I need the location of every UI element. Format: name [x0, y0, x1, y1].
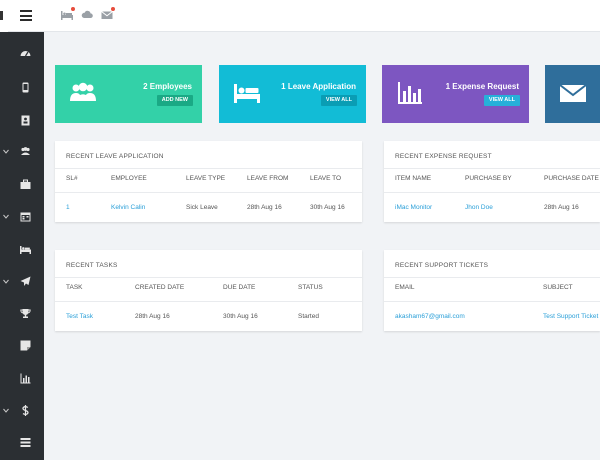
divider: [384, 301, 600, 302]
sidebar: [0, 32, 44, 460]
phone-icon: [20, 82, 31, 93]
sidebar-item-profile[interactable]: [0, 105, 44, 137]
logo[interactable]: [0, 0, 8, 32]
table-cell: 28th Aug 16: [135, 313, 170, 320]
sidebar-item-leave[interactable]: [0, 234, 44, 266]
table-cell: 28th Aug 16: [544, 204, 579, 211]
list-icon: [20, 437, 31, 448]
column-header: SL#: [66, 175, 78, 182]
column-header: EMPLOYEE: [111, 175, 147, 182]
sidebar-item-dashboard[interactable]: [0, 38, 44, 70]
notification-dot: [71, 7, 75, 11]
leave-notification-button[interactable]: [61, 7, 75, 21]
trophy-icon: [20, 308, 31, 319]
sidebar-item-settings[interactable]: [0, 427, 44, 459]
view-all-expense-button[interactable]: VIEW ALL: [483, 95, 520, 106]
chevron-down-icon: [3, 149, 9, 154]
envelope-icon: [559, 79, 587, 107]
recent-tasks-panel: RECENT TASKS TASK CREATED DATE DUE DATE …: [55, 250, 362, 331]
recent-expense-panel: RECENT EXPENSE REQUEST ITEM NAME PURCHAS…: [384, 141, 600, 222]
recent-tickets-panel: RECENT SUPPORT TICKETS EMAIL SUBJECT aka…: [384, 250, 600, 331]
ticket-subject-link[interactable]: Test Support Ticket: [543, 313, 598, 320]
column-header: PURCHASE DATE: [544, 175, 599, 182]
menu-toggle-button[interactable]: [20, 10, 32, 21]
column-header: LEAVE TYPE: [186, 175, 226, 182]
column-header: DUE DATE: [223, 284, 256, 291]
stat-card-title: 1 Expense Request: [445, 82, 519, 91]
stat-card-messages: [545, 65, 600, 123]
chevron-down-icon: [3, 408, 9, 413]
users-icon: [20, 146, 31, 157]
id-card-icon: [20, 115, 31, 126]
bed-icon: [20, 244, 31, 255]
panel-title: RECENT TASKS: [66, 262, 118, 269]
stat-card-employees: 2 Employees ADD NEW: [55, 65, 202, 123]
item-link[interactable]: iMac Monitor: [395, 204, 432, 211]
sidebar-item-employees[interactable]: [0, 136, 44, 168]
hamburger-icon: [20, 10, 32, 12]
table-cell-link[interactable]: 1: [66, 204, 70, 211]
divider: [55, 192, 362, 193]
briefcase-icon: [20, 179, 31, 190]
sidebar-item-travel[interactable]: [0, 266, 44, 298]
view-all-leave-button[interactable]: VIEW ALL: [320, 95, 357, 106]
column-header: EMAIL: [395, 284, 415, 291]
email-link[interactable]: akasham67@gmail.com: [395, 313, 465, 320]
sidebar-item-payroll[interactable]: [0, 395, 44, 427]
sidebar-item-awards[interactable]: [0, 298, 44, 330]
note-icon: [20, 340, 31, 351]
calendar-icon: [20, 211, 31, 222]
sidebar-item-notice[interactable]: [0, 330, 44, 362]
bed-icon: [233, 79, 261, 107]
panel-title: RECENT LEAVE APPLICATION: [66, 153, 164, 160]
add-new-employee-button[interactable]: ADD NEW: [156, 95, 193, 106]
dashboard-icon: [20, 48, 31, 59]
task-link[interactable]: Test Task: [66, 313, 93, 320]
column-header: STATUS: [298, 284, 323, 291]
stat-card-leave: 1 Leave Application VIEW ALL: [219, 65, 366, 123]
divider: [55, 301, 362, 302]
sidebar-item-attendance[interactable]: [0, 201, 44, 233]
chart-icon: [20, 373, 31, 384]
divider: [55, 168, 362, 169]
message-notification-button[interactable]: [101, 7, 115, 21]
status-text: Started: [298, 313, 319, 320]
table-cell: 28th Aug 16: [247, 204, 282, 211]
sidebar-item-projects[interactable]: [0, 169, 44, 201]
notification-dot: [111, 7, 115, 11]
stat-card-title: 1 Leave Application: [281, 82, 356, 91]
chevron-down-icon: [3, 279, 9, 284]
users-icon: [69, 79, 97, 107]
table-cell: 30th Aug 16: [310, 204, 345, 211]
divider: [384, 168, 600, 169]
chevron-down-icon: [3, 214, 9, 219]
column-header: LEAVE FROM: [247, 175, 289, 182]
sidebar-item-reports[interactable]: [0, 363, 44, 395]
column-header: SUBJECT: [543, 284, 573, 291]
cloud-icon: [81, 10, 93, 18]
column-header: PURCHASE BY: [465, 175, 512, 182]
recent-leave-panel: RECENT LEAVE APPLICATION SL# EMPLOYEE LE…: [55, 141, 362, 222]
purchaser-link[interactable]: Jhon Doe: [465, 204, 493, 211]
column-header: LEAVE TO: [310, 175, 342, 182]
panel-title: RECENT EXPENSE REQUEST: [395, 153, 492, 160]
column-header: TASK: [66, 284, 83, 291]
dollar-icon: [20, 405, 31, 416]
table-cell: Sick Leave: [186, 204, 218, 211]
sidebar-item-contacts[interactable]: [0, 72, 44, 104]
column-header: CREATED DATE: [135, 284, 185, 291]
chart-icon: [396, 79, 424, 107]
stat-card-expense: 1 Expense Request VIEW ALL: [382, 65, 529, 123]
divider: [384, 277, 600, 278]
plane-icon: [20, 276, 31, 287]
divider: [55, 277, 362, 278]
stat-card-title: 2 Employees: [143, 82, 192, 91]
cloud-button[interactable]: [81, 9, 93, 21]
divider: [384, 192, 600, 193]
top-bar: [0, 0, 600, 32]
column-header: ITEM NAME: [395, 175, 432, 182]
employee-link[interactable]: Kelvin Calin: [111, 204, 145, 211]
table-cell: 30th Aug 16: [223, 313, 258, 320]
panel-title: RECENT SUPPORT TICKETS: [395, 262, 489, 269]
